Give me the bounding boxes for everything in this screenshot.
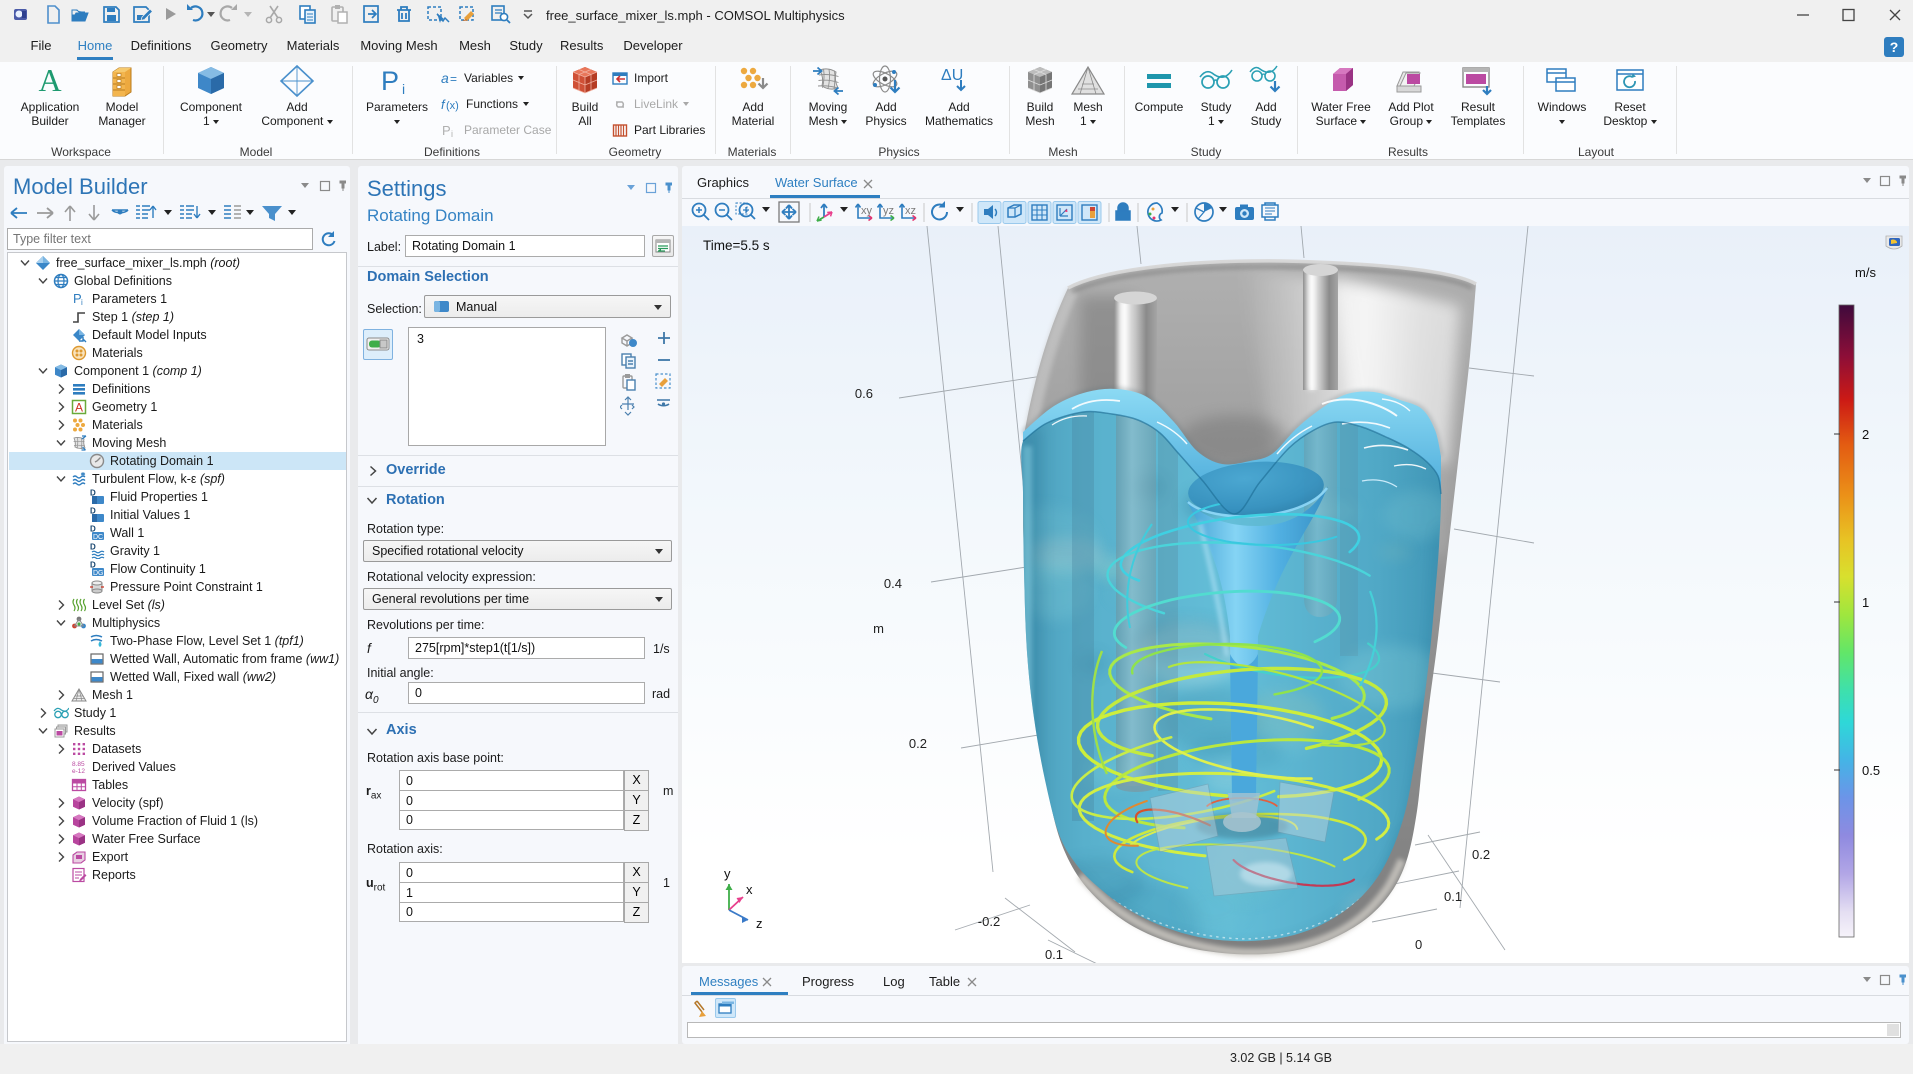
svg-text:a: a bbox=[441, 71, 449, 86]
svg-text:ΔU: ΔU bbox=[941, 67, 963, 84]
svg-text:xz: xz bbox=[905, 205, 916, 217]
svg-text:0.5: 0.5 bbox=[1862, 763, 1880, 778]
svg-text:DG: DG bbox=[93, 570, 104, 577]
svg-text:0: 0 bbox=[1415, 937, 1422, 952]
svg-text:0.1: 0.1 bbox=[1444, 889, 1462, 904]
svg-text:i: i bbox=[81, 298, 83, 307]
svg-text:DC: DC bbox=[93, 534, 103, 541]
svg-text:m: m bbox=[873, 621, 884, 636]
svg-text:z: z bbox=[756, 916, 763, 931]
svg-text:(x): (x) bbox=[446, 100, 459, 112]
svg-text:A: A bbox=[38, 64, 61, 98]
svg-text:-0.2: -0.2 bbox=[978, 914, 1000, 929]
svg-text:0.1: 0.1 bbox=[1045, 947, 1063, 962]
svg-text:8.85: 8.85 bbox=[72, 761, 85, 768]
svg-text:0.4: 0.4 bbox=[884, 576, 902, 591]
svg-text:A: A bbox=[75, 401, 83, 415]
svg-text:P: P bbox=[381, 66, 399, 96]
svg-text:yz: yz bbox=[883, 205, 894, 217]
svg-text:e-12: e-12 bbox=[72, 768, 85, 775]
svg-text:2: 2 bbox=[1862, 427, 1869, 442]
svg-text:1: 1 bbox=[1862, 595, 1869, 610]
svg-text:x: x bbox=[746, 882, 753, 897]
svg-text:m/s: m/s bbox=[1855, 265, 1876, 280]
svg-text:Time=5.5 s: Time=5.5 s bbox=[703, 238, 770, 253]
svg-text:xy: xy bbox=[861, 205, 873, 217]
svg-text:D: D bbox=[90, 543, 96, 552]
svg-text:i: i bbox=[402, 81, 405, 97]
svg-text:0.2: 0.2 bbox=[909, 736, 927, 751]
svg-text:=: = bbox=[450, 72, 457, 86]
svg-text:P: P bbox=[442, 123, 451, 138]
svg-text:y: y bbox=[724, 866, 731, 881]
svg-text:0.2: 0.2 bbox=[1472, 847, 1490, 862]
svg-text:i: i bbox=[451, 129, 453, 138]
svg-text:0.6: 0.6 bbox=[855, 386, 873, 401]
